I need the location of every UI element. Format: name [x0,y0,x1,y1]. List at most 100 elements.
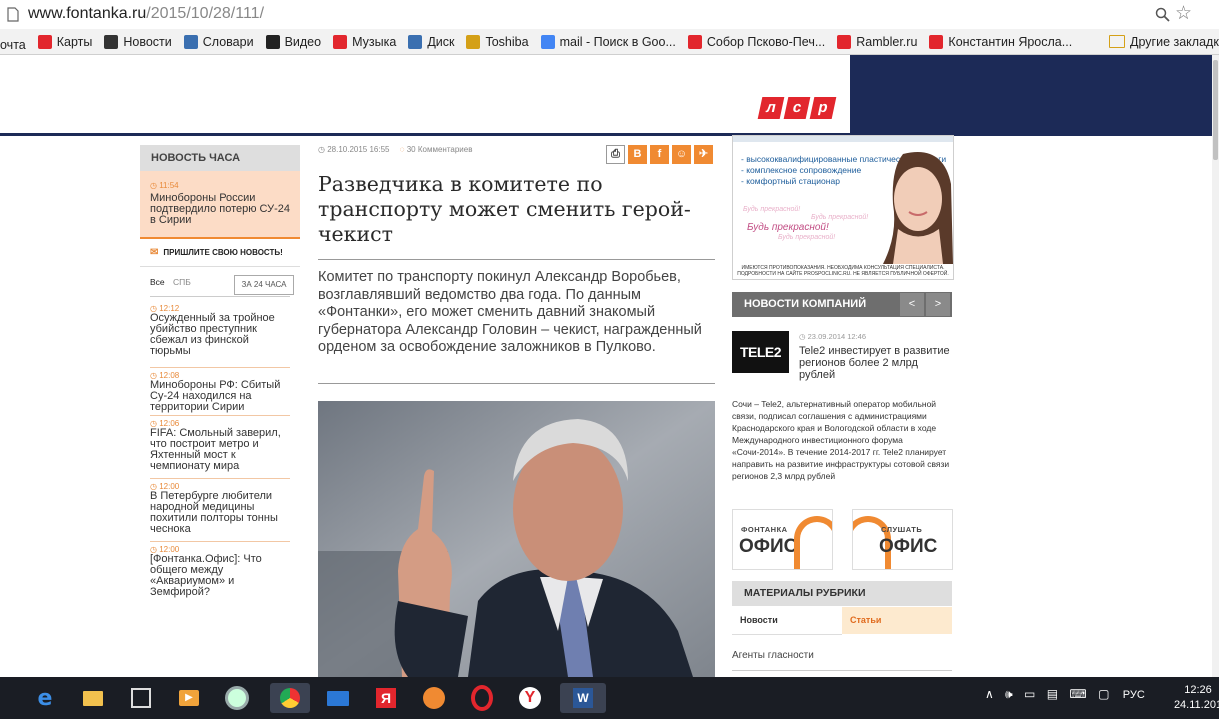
bookmark-item[interactable]: Видео [265,29,321,54]
yandex-icon [929,34,944,49]
url-text[interactable]: www.fontanka.ru/2015/10/28/111/ [28,5,264,23]
send-news-label: ПРИШЛИТЕ СВОЮ НОВОСТЬ! [163,248,283,257]
notifications-icon[interactable]: ▢ [1098,687,1109,701]
bookmark-item[interactable]: mail - Поиск в Goo... [540,29,676,54]
divider [318,259,715,260]
battery-icon[interactable]: ▭ [1024,687,1035,701]
rubric-link[interactable]: Агенты гласности [732,650,814,661]
hour-news-text[interactable]: Минобороны России подтвердило потерю СУ-… [150,193,295,226]
twitter-icon[interactable]: ✈ [694,145,713,164]
prev-button[interactable]: < [900,293,924,316]
ad-slogan: Будь прекрасной! [743,206,801,213]
tab-all[interactable]: Все [150,277,165,287]
print-icon[interactable]: ⎙ [606,145,625,164]
zoom-icon[interactable] [1155,7,1170,22]
divider [150,367,290,368]
bookmark-item[interactable]: очта [0,32,26,54]
speaker-icon[interactable]: 🕪 [1005,687,1013,701]
network-icon[interactable]: ▤ [1047,687,1058,701]
bookmark-item[interactable]: Rambler.ru [837,29,917,54]
music-icon [333,34,348,49]
list-item[interactable]: 12:06 FIFA: Смольный заверил, что постро… [150,415,290,472]
odnoklassniki-icon[interactable]: ☺ [672,145,691,164]
news-text[interactable]: Осужденный за тройное убийство преступни… [150,313,290,357]
mail-icon[interactable] [318,683,358,713]
next-button[interactable]: > [926,293,950,316]
bookmark-item[interactable]: Toshiba [466,29,529,54]
bookmark-item[interactable]: Диск [408,29,454,54]
address-bar[interactable]: www.fontanka.ru/2015/10/28/111/ ☆ [0,0,1219,30]
bookmarks-bar: очта Карты Новости Словари Видео Музыка Диск To… [0,29,1219,55]
clock-time: 12:26 [1184,684,1212,696]
list-item[interactable]: 12:00 В Петербурге любители народной мед… [150,478,290,535]
vk-icon[interactable]: В [628,145,647,164]
bookmark-label: Новости [123,34,172,49]
divider [732,670,952,671]
comment-icon: ◌ [399,145,405,154]
store-icon[interactable] [126,683,156,713]
bookmark-star-icon[interactable]: ☆ [1175,2,1192,25]
other-bookmarks[interactable]: Другие закладки [1109,29,1219,54]
file-explorer-icon[interactable] [78,683,108,713]
comments-link[interactable]: 30 Комментариев [407,145,473,154]
app-circle-icon[interactable] [222,683,252,713]
yandex-icon[interactable]: Y [510,683,550,713]
hour-news-item[interactable]: 11:54 Минобороны России подтвердило поте… [140,171,300,239]
model-face-image [883,152,953,264]
folder-icon [466,34,481,49]
google-icon [540,34,555,49]
tab-articles[interactable]: Статьи [842,607,952,634]
tab-spb[interactable]: СПБ [173,277,191,287]
bookmark-item[interactable]: Музыка [333,29,396,54]
divider [150,478,290,479]
disk-icon [408,34,423,49]
system-tray: ∧ 🕪 ▭ ▤ ⌨ ▢ РУС [985,687,1145,702]
news-text[interactable]: Минобороны РФ: Сбитый Су-24 находился на… [150,380,290,413]
media-player-icon[interactable]: ▶ [174,683,204,713]
banner-bottom-text: ОФИС [879,536,938,557]
bookmark-label: Словари [202,34,254,49]
scrollbar-thumb[interactable] [1213,60,1218,160]
tab-news[interactable]: Новости [732,607,842,635]
keyboard-icon[interactable]: ⌨ [1069,687,1086,701]
opera-icon[interactable] [462,683,502,713]
ad-top-strip [733,136,953,142]
news-text[interactable]: В Петербурге любители народной медицины … [150,491,290,535]
odnoklassniki-app-icon[interactable] [414,683,454,713]
company-news-title: НОВОСТИ КОМПАНИЙ [744,298,867,310]
lsr-logo-banner[interactable]: лср [757,97,838,119]
tele2-logo[interactable]: TELE2 [732,331,789,373]
bookmark-label: очта [0,37,26,52]
send-news-link[interactable]: ✉ ПРИШЛИТЕ СВОЮ НОВОСТЬ! [140,247,300,258]
company-news-date: 23.09.2014 12:46 [799,332,866,341]
dictionary-icon [183,34,198,49]
bookmark-item[interactable]: Константин Яросла... [929,29,1072,54]
edge-icon[interactable]: e [30,683,60,713]
list-item[interactable]: 12:12 Осужденный за тройное убийство пре… [150,304,290,357]
envelope-icon: ✉ [150,247,159,258]
news-text[interactable]: FIFA: Смольный заверил, что построит мет… [150,428,290,472]
news-text[interactable]: [Фонтанка.Офис]: Что общего между «Аквар… [150,554,290,598]
company-news-headline[interactable]: Tele2 инвестирует в развитие регионов бо… [799,345,955,381]
language-indicator[interactable]: РУС [1123,689,1145,701]
facebook-icon[interactable]: f [650,145,669,164]
list-item[interactable]: 12:00 [Фонтанка.Офис]: Что общего между … [150,541,290,598]
tab-24-hours[interactable]: ЗА 24 ЧАСА [234,275,294,295]
clock-icon: ◷ [318,145,325,154]
clock[interactable]: 12:26 24.11.201 [1168,683,1219,713]
clinic-ad-banner[interactable]: высококвалифицированные пластические хир… [732,135,954,280]
bookmark-item[interactable]: Собор Псково-Печ... [687,29,825,54]
fontanka-office-banner[interactable]: ФОНТАНКА ОФИС [732,509,833,570]
bookmark-item[interactable]: Карты [37,29,92,54]
chevron-up-icon[interactable]: ∧ [985,687,994,701]
bookmark-item[interactable]: Словари [183,29,254,54]
yandex-browser-icon[interactable]: Я [366,683,406,713]
list-item[interactable]: 12:08 Минобороны РФ: Сбитый Су-24 находи… [150,367,290,413]
chrome-icon[interactable] [270,683,310,713]
article-lead: Комитет по транспорту покинул Александр … [318,269,702,355]
word-icon[interactable]: W [560,683,606,713]
bookmark-item[interactable]: Новости [104,29,172,54]
divider [150,415,290,416]
divider [318,383,715,384]
listen-office-banner[interactable]: СЛУШАТЬ ОФИС [852,509,953,570]
